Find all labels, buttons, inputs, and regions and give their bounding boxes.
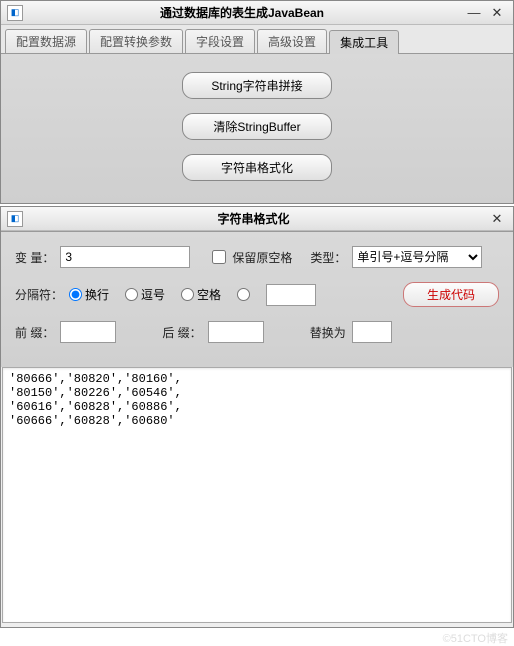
suffix-label: 后 缀： <box>162 324 201 341</box>
minimize-button[interactable]: — <box>464 6 484 20</box>
app-icon: ◧ <box>7 5 23 21</box>
row-affix: 前 缀： 后 缀： 替换为 <box>15 321 499 343</box>
tab-field-settings[interactable]: 字段设置 <box>185 29 255 53</box>
row-separator: 分隔符： 换行 逗号 空格 生成代码 <box>15 282 499 307</box>
keepspace-label: 保留原空格 <box>232 249 292 266</box>
var-input[interactable] <box>60 246 190 268</box>
tab-advanced[interactable]: 高级设置 <box>257 29 327 53</box>
generate-button[interactable]: 生成代码 <box>403 282 499 307</box>
format-window: ◧ 字符串格式化 ✕ 变 量： 保留原空格 类型： 单引号+逗号分隔 分隔符： … <box>0 206 514 628</box>
custom-sep-input[interactable] <box>266 284 316 306</box>
prefix-label: 前 缀： <box>15 324 54 341</box>
main-title: 通过数据库的表生成JavaBean <box>23 4 461 21</box>
app-icon-2: ◧ <box>7 211 23 227</box>
output-textarea[interactable] <box>2 367 512 623</box>
replace-input[interactable] <box>352 321 392 343</box>
string-concat-button[interactable]: String字符串拼接 <box>182 72 332 99</box>
tab-tools[interactable]: 集成工具 <box>329 30 399 54</box>
main-window: ◧ 通过数据库的表生成JavaBean — ✕ 配置数据源 配置转换参数 字段设… <box>0 0 514 204</box>
main-titlebar: ◧ 通过数据库的表生成JavaBean — ✕ <box>1 1 513 25</box>
format-title: 字符串格式化 <box>23 210 484 227</box>
var-label: 变 量： <box>15 249 54 266</box>
format-close-button[interactable]: ✕ <box>487 212 507 226</box>
radio-custom[interactable] <box>237 288 250 301</box>
prefix-input[interactable] <box>60 321 116 343</box>
string-format-button[interactable]: 字符串格式化 <box>182 154 332 181</box>
replace-label: 替换为 <box>310 324 346 341</box>
format-titlebar: ◧ 字符串格式化 ✕ <box>1 207 513 231</box>
format-form: 变 量： 保留原空格 类型： 单引号+逗号分隔 分隔符： 换行 逗号 空格 生成… <box>1 231 513 367</box>
row-var: 变 量： 保留原空格 类型： 单引号+逗号分隔 <box>15 246 499 268</box>
radio-newline[interactable]: 换行 <box>69 286 109 303</box>
close-button[interactable]: ✕ <box>487 6 507 20</box>
type-label: 类型： <box>310 249 346 266</box>
suffix-input[interactable] <box>208 321 264 343</box>
sep-label: 分隔符： <box>15 286 63 303</box>
tabstrip: 配置数据源 配置转换参数 字段设置 高级设置 集成工具 <box>1 25 513 53</box>
clear-stringbuffer-button[interactable]: 清除StringBuffer <box>182 113 332 140</box>
keepspace-checkbox[interactable] <box>212 250 226 264</box>
tools-panel: String字符串拼接 清除StringBuffer 字符串格式化 <box>1 53 513 203</box>
type-select[interactable]: 单引号+逗号分隔 <box>352 246 482 268</box>
radio-space[interactable]: 空格 <box>181 286 221 303</box>
radio-comma[interactable]: 逗号 <box>125 286 165 303</box>
watermark: ©51CTO博客 <box>0 628 514 646</box>
tab-datasource[interactable]: 配置数据源 <box>5 29 87 53</box>
tab-convert-params[interactable]: 配置转换参数 <box>89 29 183 53</box>
